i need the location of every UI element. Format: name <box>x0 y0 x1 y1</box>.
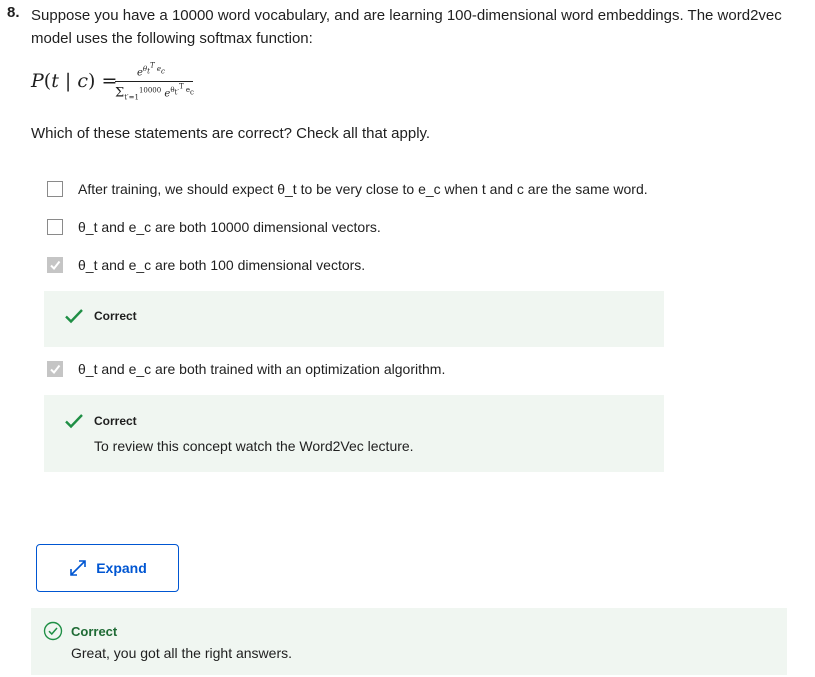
expand-button[interactable]: Expand <box>36 544 179 592</box>
expand-arrows-icon <box>70 560 87 576</box>
circle-check-icon <box>43 621 63 641</box>
feedback-text: To review this concept watch the Word2Ve… <box>94 438 414 454</box>
formula-denominator: Σt′=110000 eθt′T ec <box>115 83 194 102</box>
formula-lhs: P(t | c) = <box>31 70 118 92</box>
feedback-title: Correct <box>94 309 137 323</box>
option-label: θ_t and e_c are both 100 dimensional vec… <box>78 257 366 273</box>
checkbox-unchecked[interactable] <box>47 181 63 197</box>
option-label: θ_t and e_c are both 10000 dimensional v… <box>78 219 381 235</box>
option-4[interactable]: θ_t and e_c are both trained with an opt… <box>47 359 445 379</box>
feedback-header: Correct <box>64 308 137 324</box>
result-title: Correct <box>71 623 118 639</box>
formula-numerator: eθtT ec <box>137 62 165 79</box>
option-3[interactable]: θ_t and e_c are both 100 dimensional vec… <box>47 255 365 275</box>
feedback-header: Correct <box>64 413 137 429</box>
expand-label: Expand <box>96 560 147 576</box>
option-label: θ_t and e_c are both trained with an opt… <box>78 361 446 377</box>
feedback-title: Correct <box>94 414 137 428</box>
check-icon <box>50 364 61 375</box>
checkbox-checked[interactable] <box>47 361 63 377</box>
question-instruction: Which of these statements are correct? C… <box>31 125 431 142</box>
option-1[interactable]: After training, we should expect θ_t to … <box>47 179 648 199</box>
question-number: 8. <box>7 4 20 21</box>
feedback-correct: Correct To review this concept watch the… <box>44 395 664 472</box>
result-header: Correct <box>43 621 117 641</box>
result-text: Great, you got all the right answers. <box>71 645 292 661</box>
check-icon <box>65 309 83 324</box>
option-2[interactable]: θ_t and e_c are both 10000 dimensional v… <box>47 217 381 237</box>
checkbox-unchecked[interactable] <box>47 219 63 235</box>
check-icon <box>65 414 83 429</box>
check-icon <box>50 260 61 271</box>
question-text: Suppose you have a 10000 word vocabulary… <box>31 7 782 47</box>
feedback-correct: Correct <box>44 291 664 347</box>
fraction-bar <box>115 81 193 82</box>
result-banner: Correct Great, you got all the right ans… <box>31 608 787 675</box>
option-label: After training, we should expect θ_t to … <box>78 181 648 197</box>
checkbox-checked[interactable] <box>47 257 63 273</box>
